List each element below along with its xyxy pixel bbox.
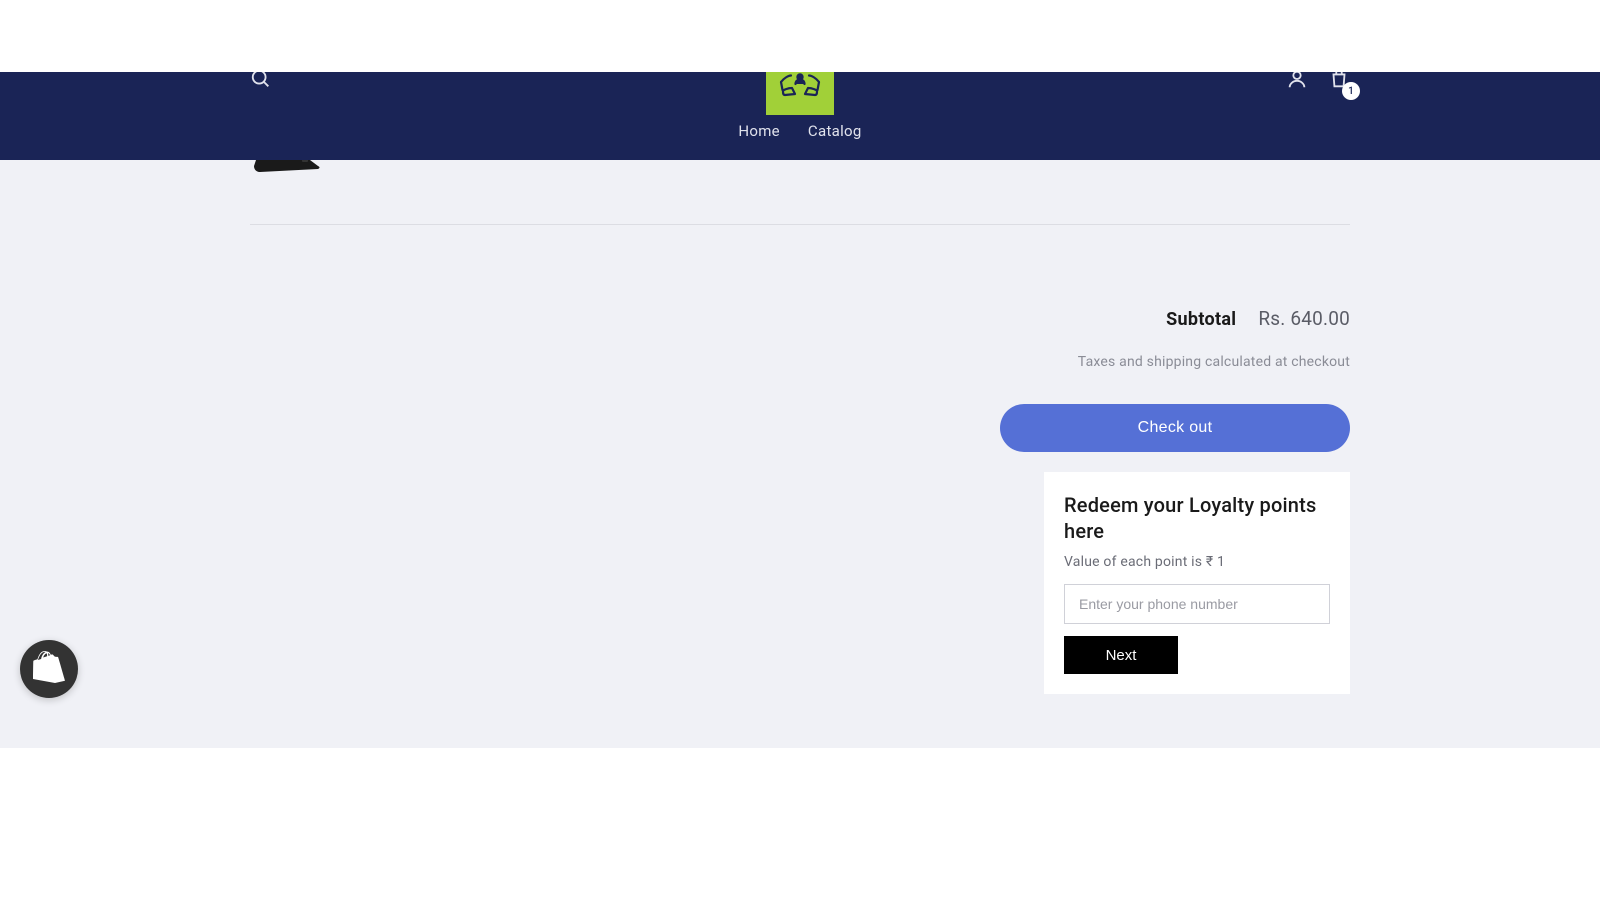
checkout-button[interactable]: Check out [1000,404,1350,452]
subtotal-row: Subtotal Rs. 640.00 [1166,307,1350,330]
nav-home[interactable]: Home [738,122,780,140]
cart-button[interactable]: 1 [1328,72,1350,94]
shopify-widget-button[interactable] [20,640,78,698]
cart-item-thumbnail[interactable] [250,160,322,174]
shopify-icon [33,651,65,687]
loyalty-next-button[interactable]: Next [1064,636,1178,674]
logo-icon [775,72,825,104]
site-header: 1 Home Catalog [0,72,1600,160]
user-icon [1286,72,1308,90]
loyalty-phone-input[interactable] [1064,584,1330,624]
frame-top-margin [0,0,1600,72]
loyalty-subtitle: Value of each point is ₹ 1 [1064,554,1330,570]
loyalty-title: Redeem your Loyalty points here [1064,492,1330,544]
account-button[interactable] [1286,72,1308,94]
subtotal-value: Rs. 640.00 [1258,307,1350,330]
frame-bottom-margin [0,748,1600,900]
site-logo[interactable] [766,72,834,115]
page-viewport[interactable]: 1 Home Catalog [0,72,1600,748]
loyalty-card: Redeem your Loyalty points here Value of… [1044,472,1350,694]
tax-note: Taxes and shipping calculated at checkou… [1078,354,1350,370]
nav-catalog[interactable]: Catalog [808,122,862,140]
search-icon [250,72,272,90]
search-button[interactable] [250,72,272,94]
subtotal-label: Subtotal [1166,309,1236,330]
main-content: Subtotal Rs. 640.00 Taxes and shipping c… [250,160,1350,694]
cart-divider [250,224,1350,225]
cart-count-badge: 1 [1342,82,1360,100]
